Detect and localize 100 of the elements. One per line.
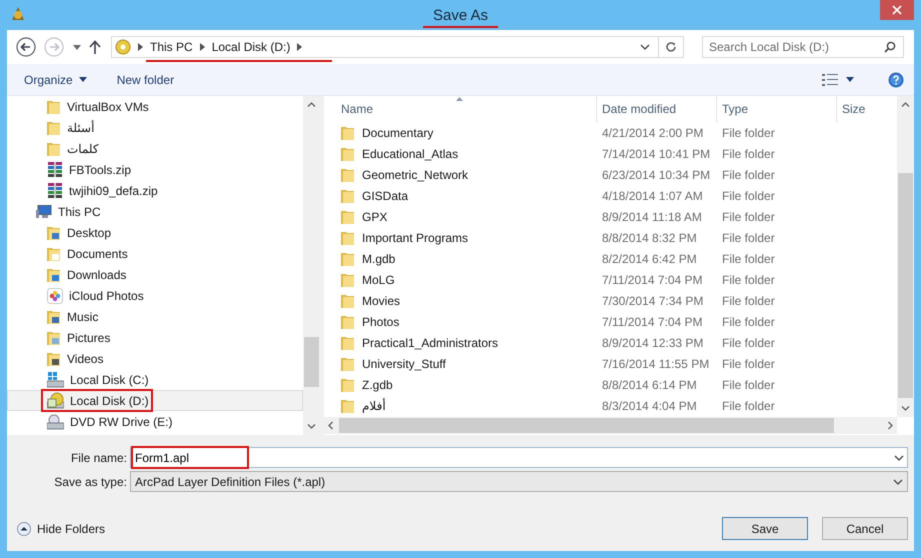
help-icon[interactable]	[888, 72, 904, 88]
sidebar-item[interactable]: Desktop	[7, 222, 303, 243]
drive-icon	[115, 39, 131, 55]
file-row[interactable]: MoLG 7/11/2014 7:04 PM File folder	[336, 269, 897, 290]
folder-icon	[47, 224, 61, 240]
type-cell-text: File folder	[721, 398, 776, 412]
up-arrow-icon[interactable]	[89, 40, 101, 54]
type-cell-text: File folder	[721, 188, 776, 202]
sidebar-item[interactable]: Documents	[7, 243, 303, 264]
file-row[interactable]: University_Stuff 7/16/2014 11:55 PM File folder	[336, 353, 897, 374]
date-cell-text: 8/8/2014 6:14 PM	[601, 378, 698, 392]
chevron-icon	[138, 43, 143, 51]
dialog-button[interactable]: Save	[722, 517, 808, 540]
folder-icon	[341, 250, 355, 266]
sidebar-item[interactable]: كلمات	[7, 138, 303, 159]
file-name: Documentary	[362, 126, 434, 140]
sidebar-item[interactable]: This PC	[7, 201, 303, 222]
scroll-up-icon[interactable]	[901, 102, 910, 107]
date-cell-text: 7/14/2014 10:41 PM	[601, 146, 712, 160]
dialog-button[interactable]: Cancel	[822, 517, 908, 540]
dropdown-caret-icon[interactable]	[894, 455, 904, 461]
file-row[interactable]: GISData 4/18/2014 1:07 AM File folder	[336, 185, 897, 206]
column-header[interactable]: Date modified	[597, 96, 717, 122]
file-name: MoLG	[362, 272, 395, 286]
sidebar-item[interactable]: Music	[7, 306, 303, 327]
type-cell-text: File folder	[721, 230, 776, 244]
file-row[interactable]: Movies 7/30/2014 7:34 PM File folder	[336, 290, 897, 311]
column-header[interactable]: Size	[837, 96, 897, 122]
sidebar-item[interactable]: Local Disk (C:)	[7, 369, 303, 390]
sidebar-item[interactable]: twjihi09_defa.zip	[7, 180, 303, 201]
type-cell-text: File folder	[721, 378, 776, 392]
search-field[interactable]: Search Local Disk (D:)	[702, 36, 904, 58]
sidebar-item[interactable]: Local Disk (D:)	[7, 390, 303, 411]
folder-icon	[47, 246, 61, 262]
organize-menu[interactable]: Organize	[24, 72, 87, 86]
sidebar-item[interactable]: iCloud Photos	[7, 285, 303, 306]
date-cell-text: 6/23/2014 10:34 PM	[601, 168, 712, 182]
file-row[interactable]: Educational_Atlas 7/14/2014 10:41 PM File folder	[336, 143, 897, 164]
folder-icon	[341, 334, 355, 350]
hide-folders-button[interactable]: Hide Folders	[17, 522, 106, 536]
close-button[interactable]	[880, 0, 914, 20]
new-folder-button[interactable]: New folder	[116, 72, 174, 86]
app-icon	[9, 5, 27, 23]
back-icon[interactable]	[15, 36, 37, 58]
sidebar-item[interactable]: Downloads	[7, 264, 303, 285]
folder-icon	[47, 120, 61, 136]
file-name: Geometric_Network	[362, 168, 468, 182]
scrollbar[interactable]	[897, 96, 914, 417]
caret-icon[interactable]	[846, 77, 854, 82]
file-row[interactable]: GPX 8/9/2014 11:18 AM File folder	[336, 206, 897, 227]
file-row[interactable]: Photos 7/11/2014 7:04 PM File folder	[336, 311, 897, 332]
file-name: Practical1_Administrators	[362, 336, 498, 350]
sidebar-item[interactable]: أسئلة	[7, 117, 303, 138]
breadcrumb-link[interactable]: Local Disk (D:)	[212, 40, 290, 54]
dropdown-caret-icon[interactable]	[640, 44, 650, 50]
file-name: Educational_Atlas	[362, 146, 458, 160]
breadcrumb-link[interactable]: This PC	[150, 40, 193, 54]
file-type-dropdown[interactable]: ArcPad Layer Definition Files (*.apl)	[130, 471, 908, 492]
folder-icon	[47, 330, 61, 346]
file-name-field[interactable]: Form1.apl	[130, 447, 908, 468]
sidebar-item[interactable]: Videos	[7, 348, 303, 369]
sidebar-item[interactable]: VirtualBox VMs	[7, 96, 303, 117]
view-options-icon[interactable]	[822, 74, 838, 86]
file-row[interactable]: Practical1_Administrators 8/9/2014 12:33 PM File folder	[336, 332, 897, 353]
date-cell-text: 7/30/2014 7:34 PM	[601, 294, 704, 308]
scroll-right-icon[interactable]	[888, 421, 893, 430]
type-cell-text: File folder	[721, 252, 776, 266]
scroll-thumb[interactable]	[339, 418, 834, 433]
type-cell-text: File folder	[721, 168, 776, 182]
file-name: GISData	[362, 188, 408, 202]
archive-icon	[47, 162, 63, 177]
column-header[interactable]: Type	[717, 96, 837, 122]
type-cell-text: File folder	[721, 272, 776, 286]
file-name: GPX	[362, 210, 388, 224]
folder-icon	[341, 314, 355, 330]
file-row[interactable]: Geometric_Network 6/23/2014 10:34 PM File folder	[336, 164, 897, 185]
date-cell-text: 4/21/2014 2:00 PM	[601, 126, 704, 140]
scroll-down-icon[interactable]	[307, 424, 316, 429]
file-row[interactable]: M.gdb 8/2/2014 6:42 PM File folder	[336, 248, 897, 269]
type-cell-text: File folder	[721, 210, 776, 224]
sidebar-item[interactable]: Pictures	[7, 327, 303, 348]
folder-icon	[341, 230, 355, 246]
scroll-thumb[interactable]	[898, 173, 913, 398]
scroll-up-icon[interactable]	[307, 102, 316, 107]
scroll-down-icon[interactable]	[901, 406, 910, 411]
file-row[interactable]: Z.gdb 8/8/2014 6:14 PM File folder	[336, 374, 897, 395]
folder-icon	[341, 376, 355, 392]
sidebar-item[interactable]: DVD RW Drive (E:)	[7, 411, 303, 432]
file-row[interactable]: Documentary 4/21/2014 2:00 PM File folder	[336, 122, 897, 143]
folder-icon	[47, 266, 61, 282]
sidebar-item[interactable]: FBTools.zip	[7, 159, 303, 180]
caret-icon[interactable]	[73, 44, 81, 50]
caret-icon	[78, 77, 87, 82]
column-header[interactable]: Name	[336, 96, 597, 122]
folder-icon	[341, 188, 355, 204]
file-row[interactable]: Important Programs 8/8/2014 8:32 PM File folder	[336, 227, 897, 248]
type-cell-text: File folder	[721, 146, 776, 160]
scroll-thumb[interactable]	[304, 337, 319, 387]
scroll-left-icon[interactable]	[328, 421, 333, 430]
scrollbar[interactable]	[324, 417, 897, 434]
